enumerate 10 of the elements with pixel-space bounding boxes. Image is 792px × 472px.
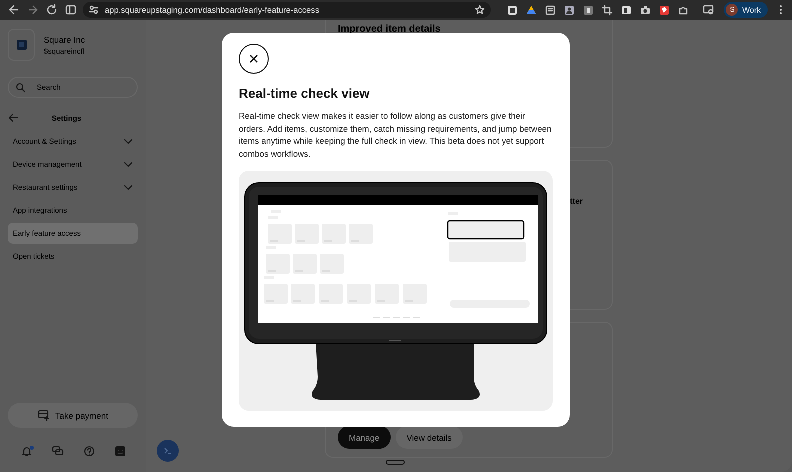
details-button[interactable]: View details <box>396 426 463 449</box>
feature-title: Improved item details <box>338 24 442 35</box>
url-text: app.squareupstaging.com/dashboard/early-feature-access <box>105 5 320 15</box>
modal-title: Real-time check view <box>239 86 371 102</box>
manage-button[interactable]: Manage <box>338 426 391 449</box>
feature-text: tter <box>570 197 583 207</box>
business-name: Square Inc <box>44 34 86 44</box>
address-bar[interactable]: app.squareupstaging.com/dashboard/early-feature-access <box>83 2 491 18</box>
modal-description: Real-time check view makes it easier to follow along as customers give their orders. Add items, customize them, catch missing requirements, and jump between items anytime while keeping the full check in view. This beta does not yet support combos workflows. <box>239 110 553 160</box>
take-payment-button[interactable]: Take payment <box>8 403 138 428</box>
